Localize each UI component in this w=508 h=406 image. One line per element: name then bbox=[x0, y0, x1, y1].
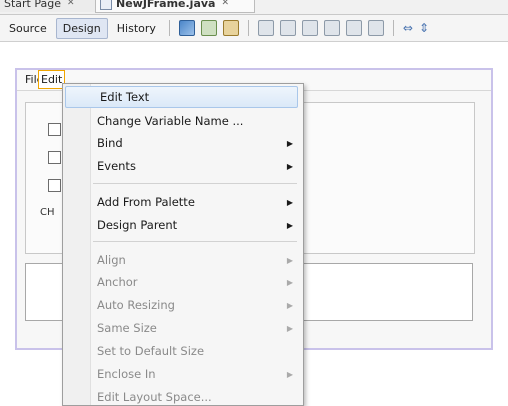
toolbar-separator bbox=[392, 20, 394, 36]
center-horizontal-icon[interactable] bbox=[301, 20, 318, 36]
menu-item-label: Design Parent bbox=[97, 218, 178, 232]
toolbar-separator bbox=[168, 20, 170, 36]
checkbox[interactable] bbox=[48, 151, 61, 164]
menu-item-label: Same Size bbox=[97, 321, 157, 335]
menu-item-auto-resizing[interactable]: Auto Resizing ▶ bbox=[63, 294, 301, 316]
submenu-arrow-icon: ▶ bbox=[286, 255, 293, 265]
menu-separator bbox=[93, 183, 297, 184]
editor-toolbar: Source Design History ⇔ ⇕ bbox=[0, 15, 508, 42]
close-icon[interactable]: ✕ bbox=[67, 0, 75, 8]
align-left-icon[interactable] bbox=[257, 20, 274, 36]
menu-separator bbox=[93, 241, 297, 242]
menu-item-label: Edit Text bbox=[100, 90, 150, 104]
menu-item-align[interactable]: Align ▶ bbox=[63, 249, 301, 271]
resize-vertical-icon[interactable]: ⇕ bbox=[419, 21, 429, 35]
submenu-arrow-icon: ▶ bbox=[286, 138, 293, 148]
menu-item-edit-text[interactable]: Edit Text bbox=[65, 86, 298, 108]
resize-horizontal-icon[interactable]: ⇔ bbox=[403, 21, 413, 35]
menu-item-label: Anchor bbox=[97, 275, 138, 289]
submenu-arrow-icon: ▶ bbox=[286, 369, 293, 379]
design-button[interactable]: Design bbox=[55, 17, 108, 39]
tab-start-page[interactable]: Start Page ✕ bbox=[0, 0, 99, 12]
submenu-arrow-icon: ▶ bbox=[286, 323, 293, 333]
context-menu: Edit Text Change Variable Name ... Bind … bbox=[62, 83, 304, 406]
selection-mode-icon[interactable] bbox=[178, 20, 195, 36]
tab-label: Start Page bbox=[4, 0, 61, 10]
history-button[interactable]: History bbox=[110, 18, 163, 39]
menu-item-design-parent[interactable]: Design Parent ▶ bbox=[63, 214, 301, 236]
menu-item-label: Add From Palette bbox=[97, 195, 195, 209]
submenu-arrow-icon: ▶ bbox=[286, 161, 293, 171]
checkbox[interactable] bbox=[48, 179, 61, 192]
menu-item-set-to-default-size[interactable]: Set to Default Size bbox=[63, 340, 301, 362]
align-bottom-icon[interactable] bbox=[345, 20, 362, 36]
checkbox[interactable] bbox=[48, 123, 61, 136]
menu-item-label: Set to Default Size bbox=[97, 344, 205, 358]
menu-item-label: Enclose In bbox=[97, 367, 156, 381]
align-right-icon[interactable] bbox=[279, 20, 296, 36]
menu-item-label: Edit Layout Space... bbox=[97, 390, 212, 404]
editor-tab-strip: Start Page ✕ NewJFrame.java ✕ bbox=[0, 0, 508, 15]
menu-item-same-size[interactable]: Same Size ▶ bbox=[63, 317, 301, 339]
submenu-arrow-icon: ▶ bbox=[286, 197, 293, 207]
ch-label: CH bbox=[40, 207, 55, 218]
menu-item-label: Change Variable Name ... bbox=[97, 114, 244, 128]
menu-item-add-from-palette[interactable]: Add From Palette ▶ bbox=[63, 191, 301, 213]
align-top-icon[interactable] bbox=[323, 20, 340, 36]
toolbar-separator bbox=[247, 20, 249, 36]
tab-newjframe[interactable]: NewJFrame.java ✕ bbox=[95, 0, 255, 13]
menu-item-events[interactable]: Events ▶ bbox=[63, 155, 301, 177]
menu-item-edit-layout-space[interactable]: Edit Layout Space... bbox=[63, 386, 301, 405]
menu-item-enclose-in[interactable]: Enclose In ▶ bbox=[63, 363, 301, 385]
preview-design-icon[interactable] bbox=[200, 20, 217, 36]
menu-item-label: Events bbox=[97, 159, 136, 173]
palette-icon[interactable] bbox=[222, 20, 239, 36]
source-button[interactable]: Source bbox=[2, 18, 54, 39]
submenu-arrow-icon: ▶ bbox=[286, 277, 293, 287]
menu-item-label: Align bbox=[97, 253, 126, 267]
menu-item-label: Auto Resizing bbox=[97, 298, 175, 312]
center-vertical-icon[interactable] bbox=[367, 20, 384, 36]
menu-item-bind[interactable]: Bind ▶ bbox=[63, 132, 301, 154]
submenu-arrow-icon: ▶ bbox=[286, 300, 293, 310]
submenu-arrow-icon: ▶ bbox=[286, 220, 293, 230]
menu-item-label: Bind bbox=[97, 136, 123, 150]
menu-item-anchor[interactable]: Anchor ▶ bbox=[63, 271, 301, 293]
tab-label: NewJFrame.java bbox=[116, 0, 216, 10]
close-icon[interactable]: ✕ bbox=[221, 0, 229, 8]
java-file-icon bbox=[100, 0, 112, 10]
menu-item-change-variable-name[interactable]: Change Variable Name ... bbox=[63, 110, 301, 132]
